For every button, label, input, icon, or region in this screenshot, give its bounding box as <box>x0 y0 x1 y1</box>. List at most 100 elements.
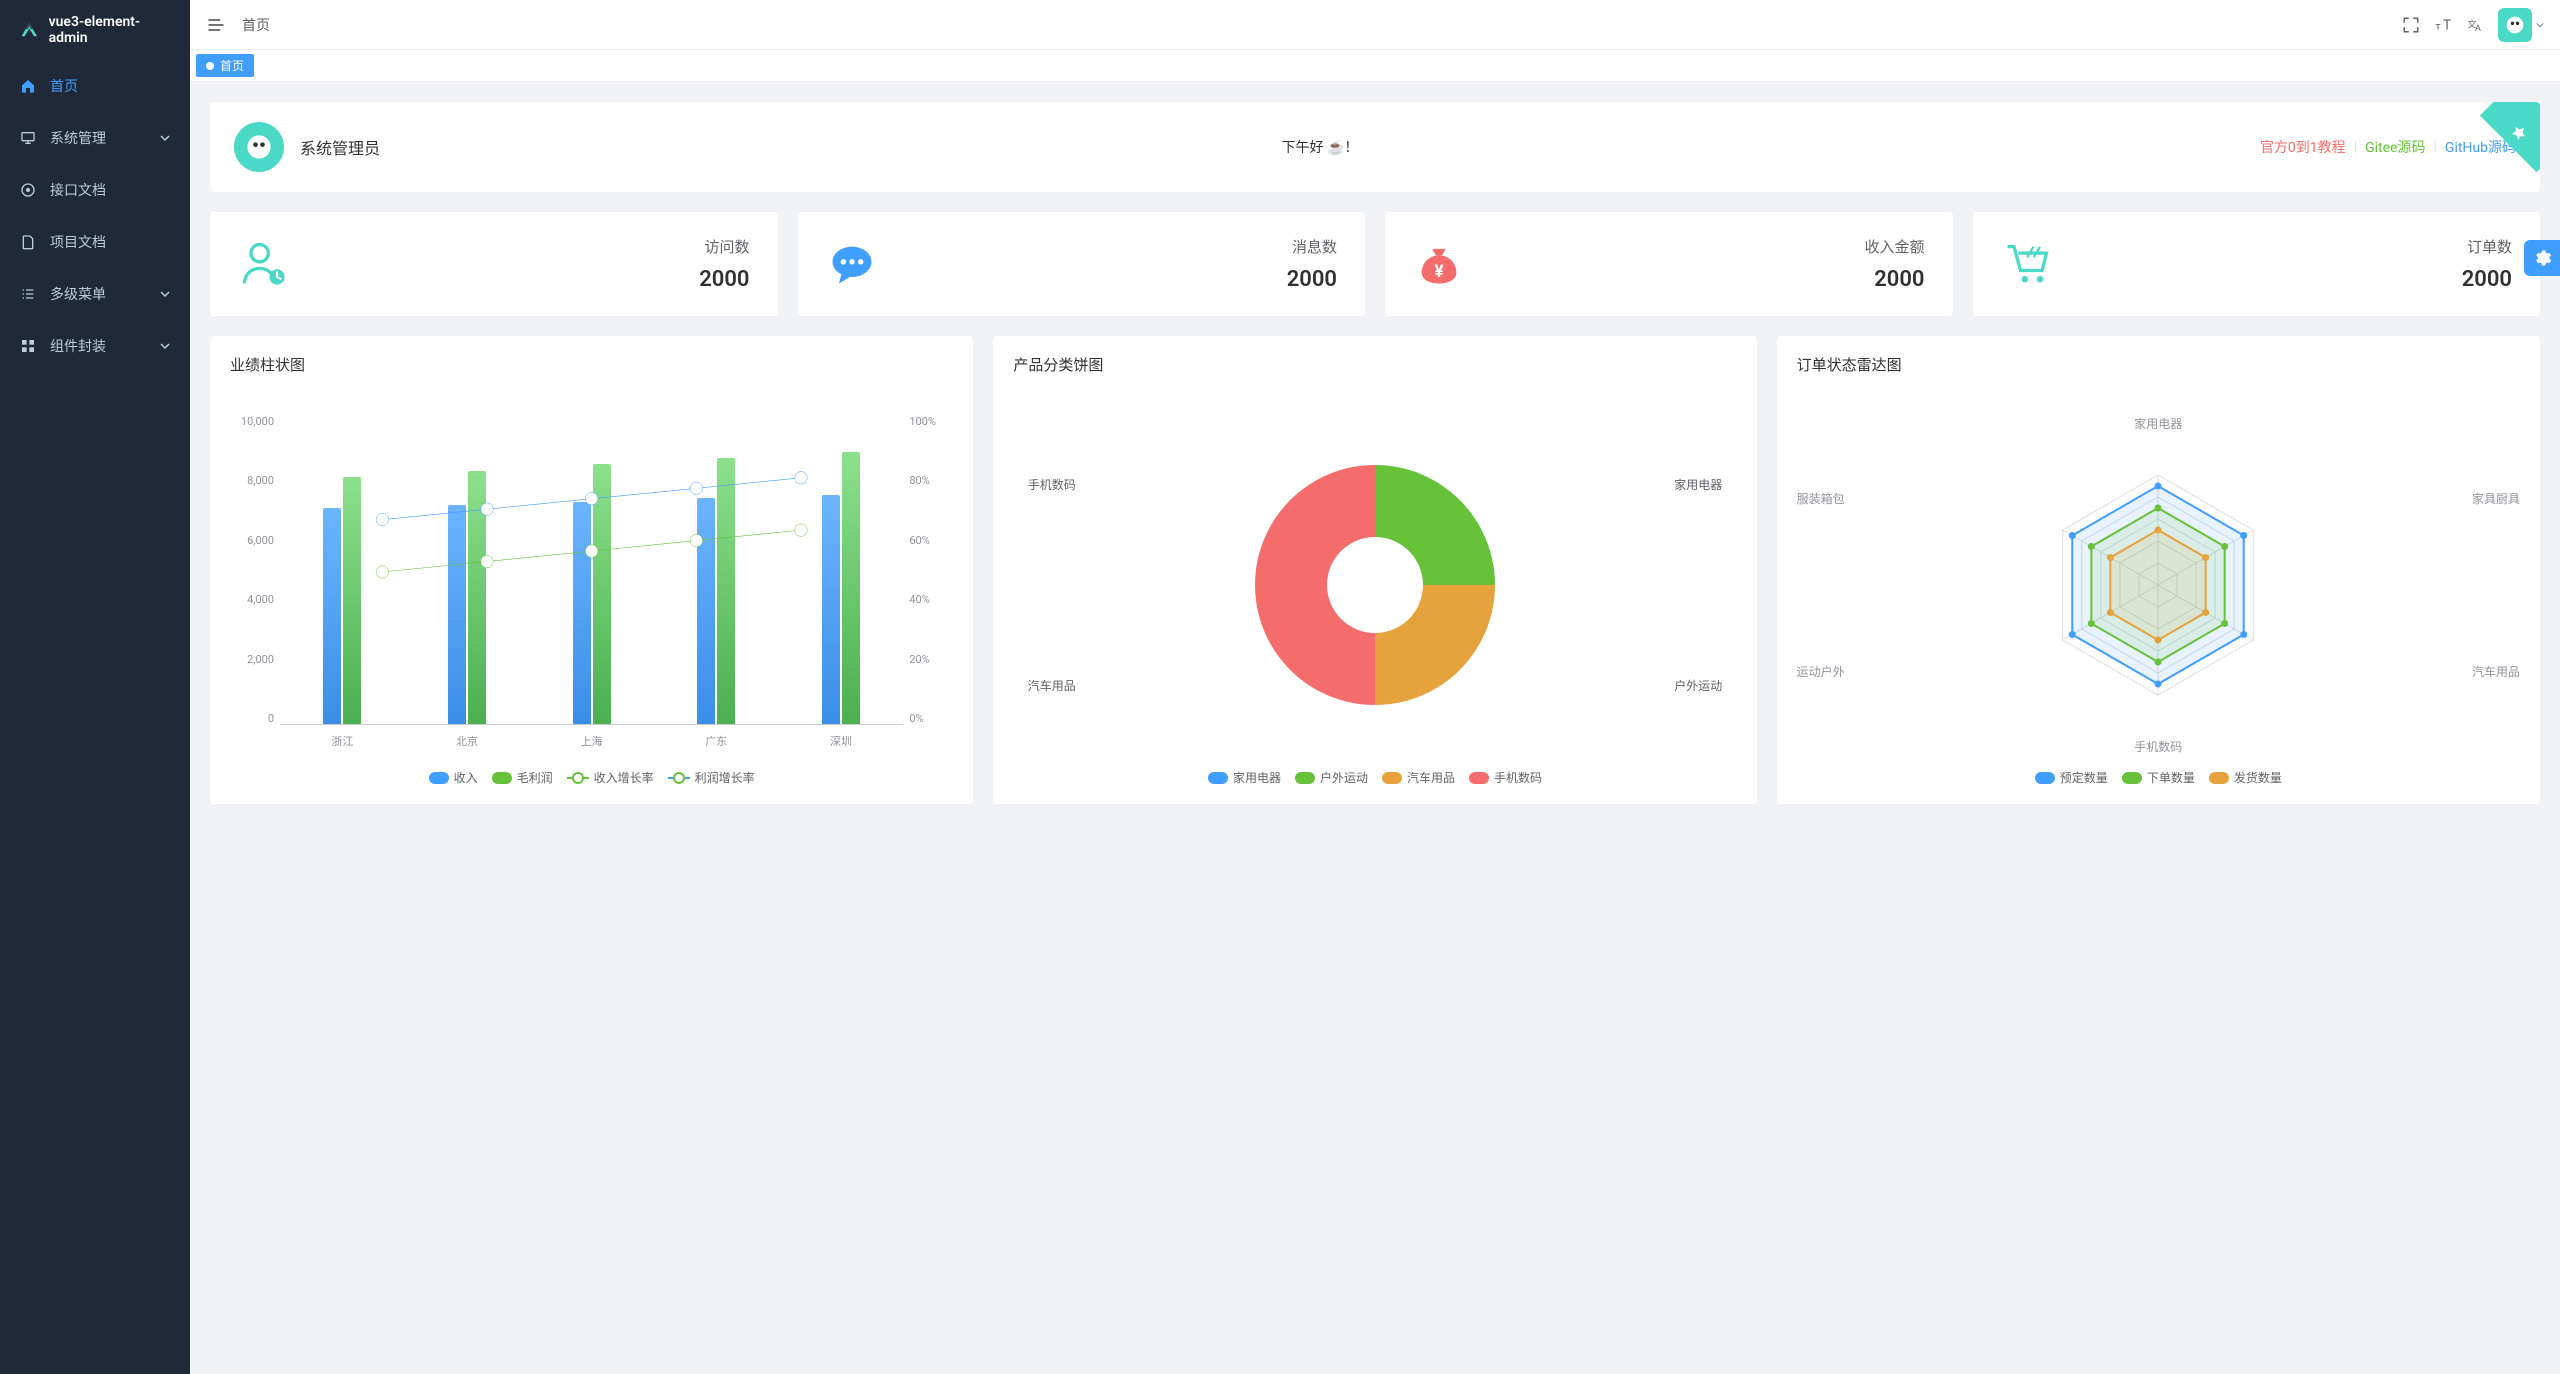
chart-card-bar: 业绩柱状图 10,0008,0006,0004,0002,0000 100%80… <box>210 336 973 804</box>
stat-label: 访问数 <box>290 236 750 257</box>
chart-title: 业绩柱状图 <box>230 354 953 375</box>
sidebar-item-system[interactable]: 系统管理 <box>0 112 190 164</box>
user-avatar-dropdown[interactable] <box>2498 8 2544 42</box>
x-axis: 浙江北京上海广东深圳 <box>280 733 903 749</box>
divider: | <box>2433 139 2436 155</box>
y-axis-left: 10,0008,0006,0004,0002,0000 <box>230 415 274 725</box>
svg-text:¥: ¥ <box>1434 262 1444 282</box>
chart-card-radar: 订单状态雷达图 家用电器 家具厨具 汽车用品 手机数码 运动户外 服装箱包 <box>1777 336 2540 804</box>
stats-row: 访问数 2000 消息数 2000 ¥ 收入金额 2000 订单数 2000 <box>210 212 2540 316</box>
breadcrumb: 首页 <box>242 15 2402 35</box>
welcome-links: 官方0到1教程 | Gitee源码 | GitHub源码 <box>2260 137 2516 157</box>
chart-card-pie: 产品分类饼图 家用电器 户外运动 汽车用品 手机数码 家用电器 户外运动 <box>993 336 1756 804</box>
radar-axis-label: 家用电器 <box>2134 415 2182 432</box>
logo[interactable]: vue3-element-admin <box>0 0 190 60</box>
sidebar-menu: 首页 系统管理 接口文档 项目文档 多级菜单 组件封装 <box>0 60 190 372</box>
sidebar-item-label: 多级菜单 <box>50 284 160 304</box>
tab-home[interactable]: 首页 <box>196 54 254 77</box>
chevron-down-icon <box>160 341 170 351</box>
link-tutorial[interactable]: 官方0到1教程 <box>2260 137 2346 157</box>
legend-item: 发货数量 <box>2209 769 2282 786</box>
header: 首页 тT 文A <box>190 0 2560 50</box>
stat-card-income: ¥ 收入金额 2000 <box>1385 212 1953 316</box>
pie-label: 家用电器 <box>1674 476 1722 493</box>
radar-svg <box>2008 435 2308 735</box>
link-gitee[interactable]: Gitee源码 <box>2365 137 2425 157</box>
pie-legend: 家用电器 户外运动 汽车用品 手机数码 <box>1013 769 1736 786</box>
stat-label: 订单数 <box>2053 236 2513 257</box>
monitor-icon <box>20 130 36 146</box>
divider: | <box>2354 139 2357 155</box>
bar-chart: 10,0008,0006,0004,0002,0000 100%80%60%40… <box>230 415 953 755</box>
language-icon[interactable]: 文A <box>2466 16 2484 34</box>
api-icon <box>20 182 36 198</box>
svg-text:A: A <box>2475 24 2481 34</box>
stat-value: 2000 <box>2053 267 2513 292</box>
cart-icon <box>2001 238 2053 290</box>
welcome-greeting: 下午好 ☕！ <box>380 137 2260 157</box>
chart-title: 订单状态雷达图 <box>1797 354 2520 375</box>
welcome-username: 系统管理员 <box>300 135 380 159</box>
legend-item: 收入 <box>429 769 478 786</box>
pie-label: 手机数码 <box>1028 476 1076 493</box>
legend-item: .legend-line:nth-of-type(1)::before{bord… <box>567 769 654 786</box>
stat-value: 2000 <box>1465 267 1925 292</box>
legend-item: 下单数量 <box>2122 769 2195 786</box>
welcome-card: 系统管理员 下午好 ☕！ 官方0到1教程 | Gitee源码 | GitHub源… <box>210 102 2540 192</box>
svg-text:т: т <box>2436 19 2441 32</box>
hamburger-icon[interactable] <box>206 15 226 35</box>
donut <box>1255 465 1495 705</box>
legend-item: 家用电器 <box>1208 769 1281 786</box>
avatar <box>2498 8 2532 42</box>
chevron-down-icon <box>160 289 170 299</box>
stat-value: 2000 <box>878 267 1338 292</box>
settings-fab[interactable] <box>2524 240 2560 276</box>
pie-label: 户外运动 <box>1674 677 1722 694</box>
radar-axis-label: 汽车用品 <box>2472 663 2520 680</box>
font-size-icon[interactable]: тT <box>2434 16 2452 34</box>
stat-card-visits: 访问数 2000 <box>210 212 778 316</box>
avatar-icon <box>245 133 273 161</box>
sidebar-item-api[interactable]: 接口文档 <box>0 164 190 216</box>
tabs-bar: 首页 <box>190 50 2560 82</box>
list-icon <box>20 286 36 302</box>
radar-axis-label: 运动户外 <box>1797 663 1845 680</box>
sidebar-item-label: 接口文档 <box>50 180 170 200</box>
svg-text:T: T <box>2443 17 2451 33</box>
tab-label: 首页 <box>220 57 244 74</box>
fullscreen-icon[interactable] <box>2402 16 2420 34</box>
sidebar: vue3-element-admin 首页 系统管理 接口文档 项目文档 <box>0 0 190 1374</box>
user-icon <box>238 238 290 290</box>
radar-axis-label: 手机数码 <box>2134 738 2182 755</box>
sidebar-item-components[interactable]: 组件封装 <box>0 320 190 372</box>
sidebar-item-docs[interactable]: 项目文档 <box>0 216 190 268</box>
sidebar-item-label: 组件封装 <box>50 336 160 356</box>
avatar-icon <box>2505 15 2525 35</box>
legend-item: 户外运动 <box>1295 769 1368 786</box>
sidebar-item-home[interactable]: 首页 <box>0 60 190 112</box>
tab-active-dot <box>206 62 214 70</box>
stat-label: 收入金额 <box>1465 236 1925 257</box>
radar-axis-label: 服装箱包 <box>1797 490 1845 507</box>
ribbon-icon <box>2506 120 2531 145</box>
y-axis-right: 100%80%60%40%20%0% <box>909 415 953 725</box>
sidebar-item-multilevel[interactable]: 多级菜单 <box>0 268 190 320</box>
pie-label: 汽车用品 <box>1028 677 1076 694</box>
sidebar-item-label: 首页 <box>50 76 170 96</box>
radar-axis-label: 家具厨具 <box>2472 490 2520 507</box>
legend-item: 毛利润 <box>492 769 553 786</box>
charts-row: 业绩柱状图 10,0008,0006,0004,0002,0000 100%80… <box>210 336 2540 804</box>
document-icon <box>20 234 36 250</box>
gear-icon <box>2532 248 2552 268</box>
legend-item: 预定数量 <box>2035 769 2108 786</box>
bar-plot <box>280 415 903 725</box>
home-icon <box>20 78 36 94</box>
chevron-down-icon <box>160 133 170 143</box>
radar-chart: 家用电器 家具厨具 汽车用品 手机数码 运动户外 服装箱包 <box>1797 415 2520 755</box>
app-name: vue3-element-admin <box>49 14 170 46</box>
stat-value: 2000 <box>290 267 750 292</box>
stat-label: 消息数 <box>878 236 1338 257</box>
sidebar-item-label: 系统管理 <box>50 128 160 148</box>
vue-logo-icon <box>20 20 39 40</box>
stat-card-orders: 订单数 2000 <box>1973 212 2541 316</box>
